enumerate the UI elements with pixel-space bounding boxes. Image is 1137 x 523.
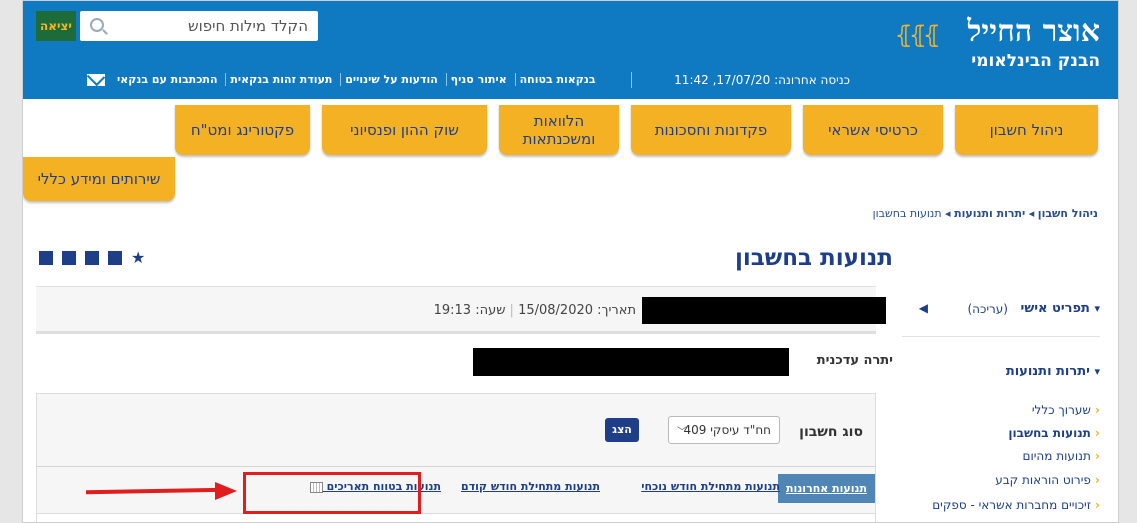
search-input[interactable]: הקלד מילות חיפוש [188,17,308,35]
date-label: תאריך: 15/08/2020 [518,303,636,318]
star-icon[interactable]: ★ [131,249,145,265]
toolbar-icons: ★ [39,247,154,265]
print-icon[interactable] [39,250,53,265]
bank-logo-subtitle: הבנק הבינלאומי [971,51,1100,71]
browser-page: אוצר החייל ⦃⦃⦃ הבנק הבינלאומי יציאה הקלד… [22,0,1119,523]
sidebar-personal-menu[interactable]: ▾ תפריט אישי [1021,301,1100,316]
sidebar-section-balances[interactable]: ▾ יתרות ותנועות [1006,364,1100,379]
search-icon[interactable] [90,18,104,32]
site-header: אוצר החייל ⦃⦃⦃ הבנק הבינלאומי יציאה הקלד… [23,1,1118,99]
redacted-account-name [642,297,886,324]
current-balance-label: יתרה עדכנית [816,353,893,368]
page-title: תנועות בחשבון [734,245,893,271]
account-type-select[interactable]: חח"ד עיסקי 409 ﹀ [668,416,780,444]
tab-recent-transactions[interactable]: תנועות אחרונות [778,474,875,503]
chevron-down-icon: ﹀ [677,427,687,438]
link-banker-messages[interactable]: התכתבות עם בנקאי [113,73,222,86]
tab-current-month[interactable]: תנועות מתחילת חודש נוכחי [641,480,780,493]
redacted-balance [473,348,789,376]
sidebar-item-account-transactions[interactable]: ‹ תנועות בחשבון [1008,426,1100,440]
logo-mark-icon: ⦃⦃⦃ [894,21,941,49]
sidebar-item-today-transactions[interactable]: ‹ תנועות מהיום [1023,449,1100,463]
tab-loans-mortgages[interactable]: הלוואות ומשכנתאות [499,105,619,155]
highlight-box [243,472,421,514]
calculator-icon[interactable] [108,250,122,265]
mail-icon[interactable] [87,74,105,86]
save-icon[interactable] [62,250,76,265]
last-login-text: כניסה אחרונה: 17/07/20, 11:42 [674,73,850,87]
crumb-sep-icon: ◂ [941,207,951,220]
link-bank-id[interactable]: תעודת זהות בנקאית [225,73,337,86]
tab-deposits-savings[interactable]: פקדונות וחסכונות [631,105,791,155]
sidebar-item-credit-card-suppliers[interactable]: ‹ זיכויים מחברות אשראי - ספקים [932,498,1100,512]
date-time-text: תאריך: 15/08/2020 | שעה: 19:13 [433,303,636,318]
top-links: בנקאות בטוחה איתור סניף הודעות על שינויי… [113,73,600,86]
crumb-account-management[interactable]: ניהול חשבון [1038,207,1098,220]
breadcrumb: ניהול חשבון ◂ יתרות ותנועות ◂ תנועות בחש… [873,207,1098,220]
info-bar: תאריך: 15/08/2020 | שעה: 19:13 [36,286,886,334]
time-label: שעה: 19:13 [433,303,506,318]
divider [37,466,875,467]
tab-services-info[interactable]: שירותים ומידע כללי [23,157,175,201]
crumb-balances[interactable]: יתרות ותנועות [954,207,1025,220]
sidebar-item-general-valuation[interactable]: ‹ שערוך כללי [1032,403,1100,417]
tab-credit-cards[interactable]: כרטיסי אשראי [803,105,943,155]
search-box[interactable]: הקלד מילות חיפוש [80,11,318,41]
sidebar-edit-link[interactable]: (עריכה) [967,302,1008,316]
sidebar-collapse-icon[interactable]: ◀ [919,301,928,315]
arrow-head-icon [215,482,237,500]
bank-logo[interactable]: אוצר החייל [967,13,1100,51]
exit-button[interactable]: יציאה [36,11,76,41]
account-type-label: סוג חשבון [799,424,863,440]
link-branch-locator[interactable]: איתור סניף [445,73,511,86]
sidebar-item-standing-orders[interactable]: ‹ פירוט הוראות קבע [995,473,1100,487]
link-safe-banking[interactable]: בנקאות בטוחה [514,73,600,86]
tab-capital-market[interactable]: שוק ההון ופנסיוני [322,105,487,155]
crumb-sep-icon: ◂ [1025,207,1035,220]
tab-previous-month[interactable]: תנועות מתחילת חודש קודם [461,480,600,493]
transactions-table-top [36,513,876,522]
tab-factoring-fx[interactable]: פקטורינג ומט"ח [175,105,310,155]
transactions-panel: סוג חשבון חח"ד עיסקי 409 ﹀ הצג תנועות אח… [36,393,876,522]
show-button[interactable]: הצג [605,418,639,442]
crumb-current: תנועות בחשבון [872,207,942,220]
tab-account-management[interactable]: ניהול חשבון [955,105,1098,155]
link-changes-notices[interactable]: הודעות על שינויים [340,73,442,86]
excel-icon[interactable] [85,250,99,265]
divider [902,336,1100,337]
divider [631,72,632,88]
